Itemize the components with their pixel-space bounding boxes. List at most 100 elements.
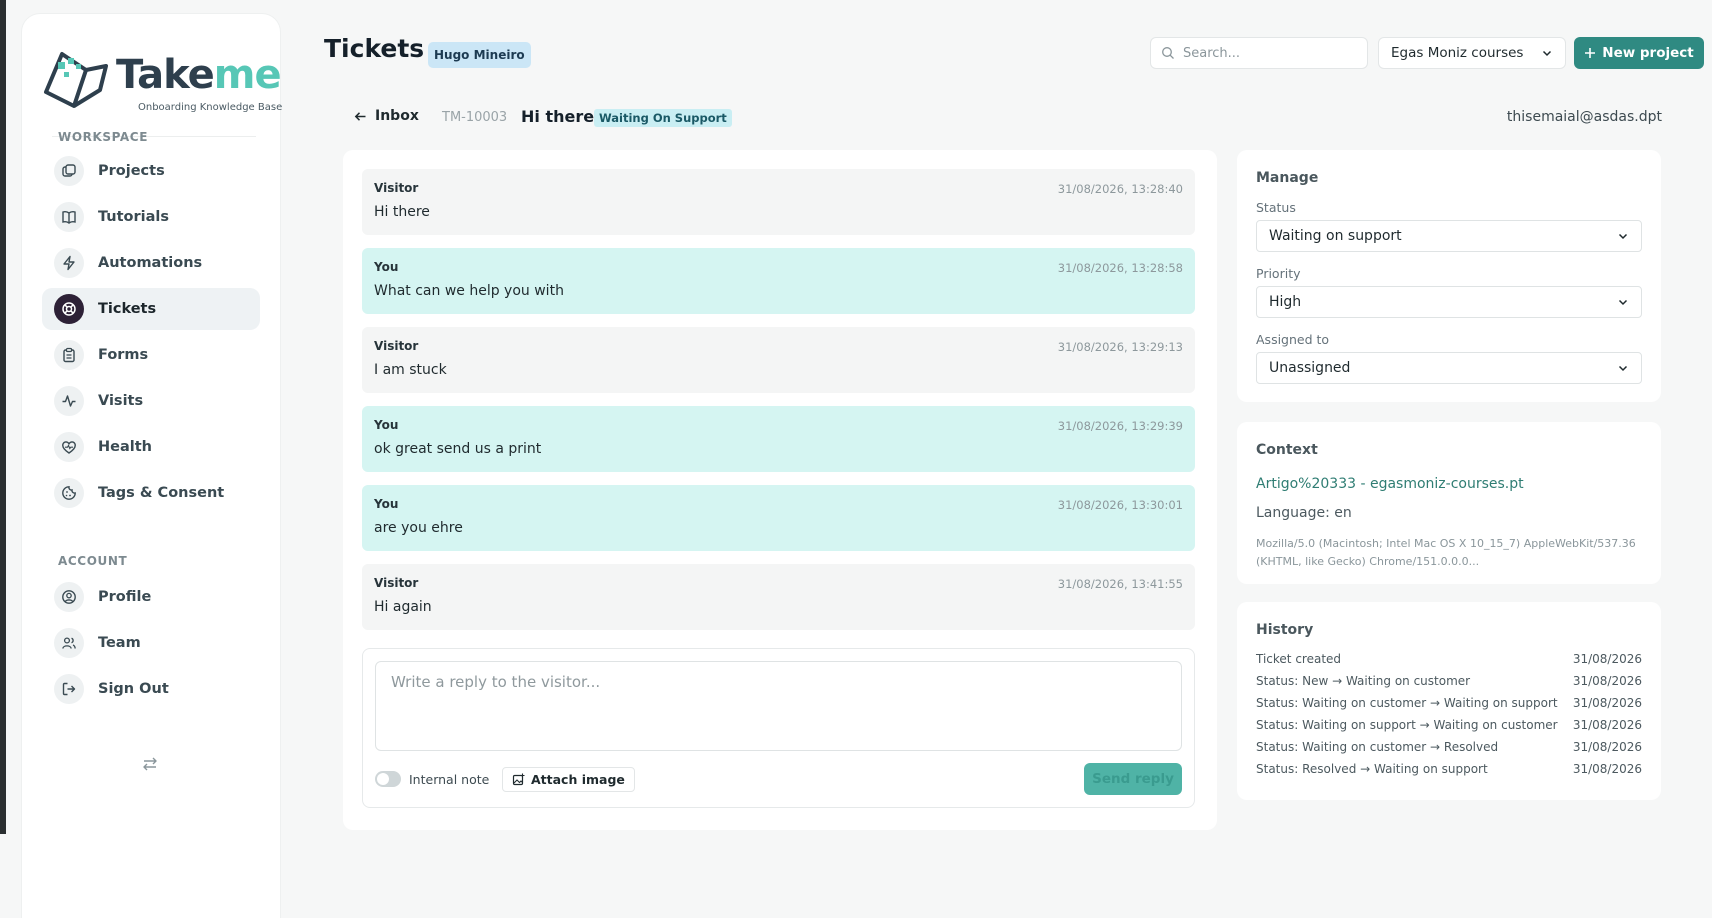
message-timestamp: 31/08/2026, 13:30:01 — [1057, 498, 1183, 512]
user-badge: Hugo Mineiro — [428, 42, 531, 68]
sidebar-item-visits[interactable]: Visits — [42, 380, 260, 422]
message-text: are you ehre — [374, 520, 463, 536]
chevron-down-icon — [1618, 299, 1628, 306]
assigned-label: Assigned to — [1256, 332, 1330, 347]
manage-card: Manage Status Waiting on support Priorit… — [1237, 150, 1661, 402]
message-text: I am stuck — [374, 362, 447, 378]
message-text: What can we help you with — [374, 283, 564, 299]
sidebar-item-label: Tickets — [98, 301, 157, 317]
lifebuoy-icon — [54, 294, 84, 324]
sidebar-item-projects[interactable]: Projects — [42, 150, 260, 192]
sidebar-item-health[interactable]: Health — [42, 426, 260, 468]
message-timestamp: 31/08/2026, 13:28:40 — [1057, 182, 1183, 196]
status-label: Status — [1256, 200, 1296, 215]
message-timestamp: 31/08/2026, 13:28:58 — [1057, 261, 1183, 275]
book-icon — [54, 202, 84, 232]
back-link-label: Inbox — [375, 108, 419, 124]
search-box[interactable] — [1150, 37, 1368, 69]
takeme-logo[interactable]: Takeme Onboarding Knowledge Base — [40, 42, 282, 118]
manage-title: Manage — [1256, 170, 1319, 186]
history-entry-date: 31/08/2026 — [1572, 740, 1642, 754]
sidebar-item-label: Profile — [98, 589, 152, 605]
lightning-icon — [54, 248, 84, 278]
search-input[interactable] — [1183, 45, 1353, 61]
sidebar-item-forms[interactable]: Forms — [42, 334, 260, 376]
new-project-label: New project — [1602, 45, 1694, 61]
window-edge — [0, 0, 6, 834]
message-visitor: Visitor 31/08/2026, 13:28:40 Hi there — [362, 169, 1195, 235]
sidebar-item-team[interactable]: Team — [42, 622, 260, 664]
message-text: Hi there — [374, 204, 430, 220]
history-entry-date: 31/08/2026 — [1572, 652, 1642, 666]
workspace-section-label: WORKSPACE — [58, 130, 149, 144]
logo-name-accent: me — [213, 52, 282, 98]
context-title: Context — [1256, 442, 1318, 458]
chevron-down-icon — [1618, 365, 1628, 372]
history-entry-text: Status: New → Waiting on customer — [1256, 674, 1471, 688]
projects-icon — [54, 156, 84, 186]
context-page-link[interactable]: Artigo%20333 - egasmoniz-courses.pt — [1256, 476, 1524, 492]
message-text: Hi again — [374, 599, 432, 615]
message-visitor: Visitor 31/08/2026, 13:29:13 I am stuck — [362, 327, 1195, 393]
sidebar-item-tutorials[interactable]: Tutorials — [42, 196, 260, 238]
ticket-id: TM-10003 — [442, 110, 508, 125]
history-entry-date: 31/08/2026 — [1572, 718, 1642, 732]
account-section-label: ACCOUNT — [58, 554, 128, 568]
back-to-inbox-link[interactable]: Inbox — [354, 108, 419, 124]
reply-textarea[interactable] — [375, 661, 1182, 751]
sidebar-item-automations[interactable]: Automations — [42, 242, 260, 284]
sidebar-item-label: Sign Out — [98, 681, 169, 697]
history-entry-text: Ticket created — [1256, 652, 1342, 666]
sidebar-item-tickets[interactable]: Tickets — [42, 288, 260, 330]
context-language: Language: en — [1256, 505, 1352, 521]
sidebar-item-profile[interactable]: Profile — [42, 576, 260, 618]
search-icon — [1162, 47, 1174, 59]
sidebar-item-label: Projects — [98, 163, 165, 179]
user-circle-icon — [54, 582, 84, 612]
internal-note-label: Internal note — [409, 772, 490, 787]
context-card: Context Artigo%20333 - egasmoniz-courses… — [1237, 422, 1661, 584]
conversation-panel: Visitor 31/08/2026, 13:28:40 Hi there Yo… — [343, 150, 1217, 830]
logo-name: Take — [116, 52, 215, 98]
sidebar-item-label: Tags & Consent — [98, 485, 225, 501]
message-agent: You 31/08/2026, 13:29:39 ok great send u… — [362, 406, 1195, 472]
assignee-select-value: Unassigned — [1269, 360, 1351, 376]
project-select-value: Egas Moniz courses — [1391, 45, 1524, 61]
history-list: Ticket created 31/08/2026 Status: New → … — [1256, 648, 1642, 780]
sidebar-item-sign-out[interactable]: Sign Out — [42, 668, 260, 710]
project-select[interactable]: Egas Moniz courses — [1378, 37, 1566, 69]
plus-icon — [1585, 48, 1596, 58]
send-reply-button[interactable]: Send reply — [1084, 763, 1182, 795]
sign-out-icon — [54, 674, 84, 704]
page-title: Tickets — [324, 34, 425, 63]
attach-image-label: Attach image — [531, 772, 625, 787]
priority-select[interactable]: High — [1256, 286, 1642, 318]
sidebar-item-label: Forms — [98, 347, 149, 363]
message-timestamp: 31/08/2026, 13:29:13 — [1057, 340, 1183, 354]
priority-label: Priority — [1256, 266, 1301, 281]
users-icon — [54, 628, 84, 658]
status-select[interactable]: Waiting on support — [1256, 220, 1642, 252]
message-visitor: Visitor 31/08/2026, 13:41:55 Hi again — [362, 564, 1195, 630]
history-entry: Ticket created 31/08/2026 — [1256, 648, 1642, 670]
priority-select-value: High — [1269, 294, 1302, 310]
activity-icon — [54, 386, 84, 416]
attach-image-button[interactable]: Attach image — [502, 767, 635, 792]
message-timestamp: 31/08/2026, 13:41:55 — [1057, 577, 1183, 591]
history-card: History Ticket created 31/08/2026 Status… — [1237, 602, 1661, 800]
sidebar: Takeme Onboarding Knowledge Base WORKSPA… — [22, 14, 282, 918]
assignee-select[interactable]: Unassigned — [1256, 352, 1642, 384]
chevron-down-icon — [1618, 233, 1628, 240]
swap-arrows-icon[interactable] — [138, 752, 162, 776]
internal-note-toggle[interactable] — [375, 771, 401, 787]
new-project-button[interactable]: New project — [1574, 37, 1704, 69]
logo-tagline: Onboarding Knowledge Base — [138, 102, 283, 113]
status-badge: Waiting On Support — [594, 109, 732, 127]
sidebar-item-tags-consent[interactable]: Tags & Consent — [42, 472, 260, 514]
chevron-down-icon — [1542, 50, 1552, 57]
reply-composer: Internal note Attach image Send reply — [362, 648, 1195, 808]
message-agent: You 31/08/2026, 13:30:01 are you ehre — [362, 485, 1195, 551]
history-entry: Status: Waiting on customer → Waiting on… — [1256, 692, 1642, 714]
history-entry: Status: Waiting on customer → Resolved 3… — [1256, 736, 1642, 758]
history-entry-date: 31/08/2026 — [1572, 674, 1642, 688]
